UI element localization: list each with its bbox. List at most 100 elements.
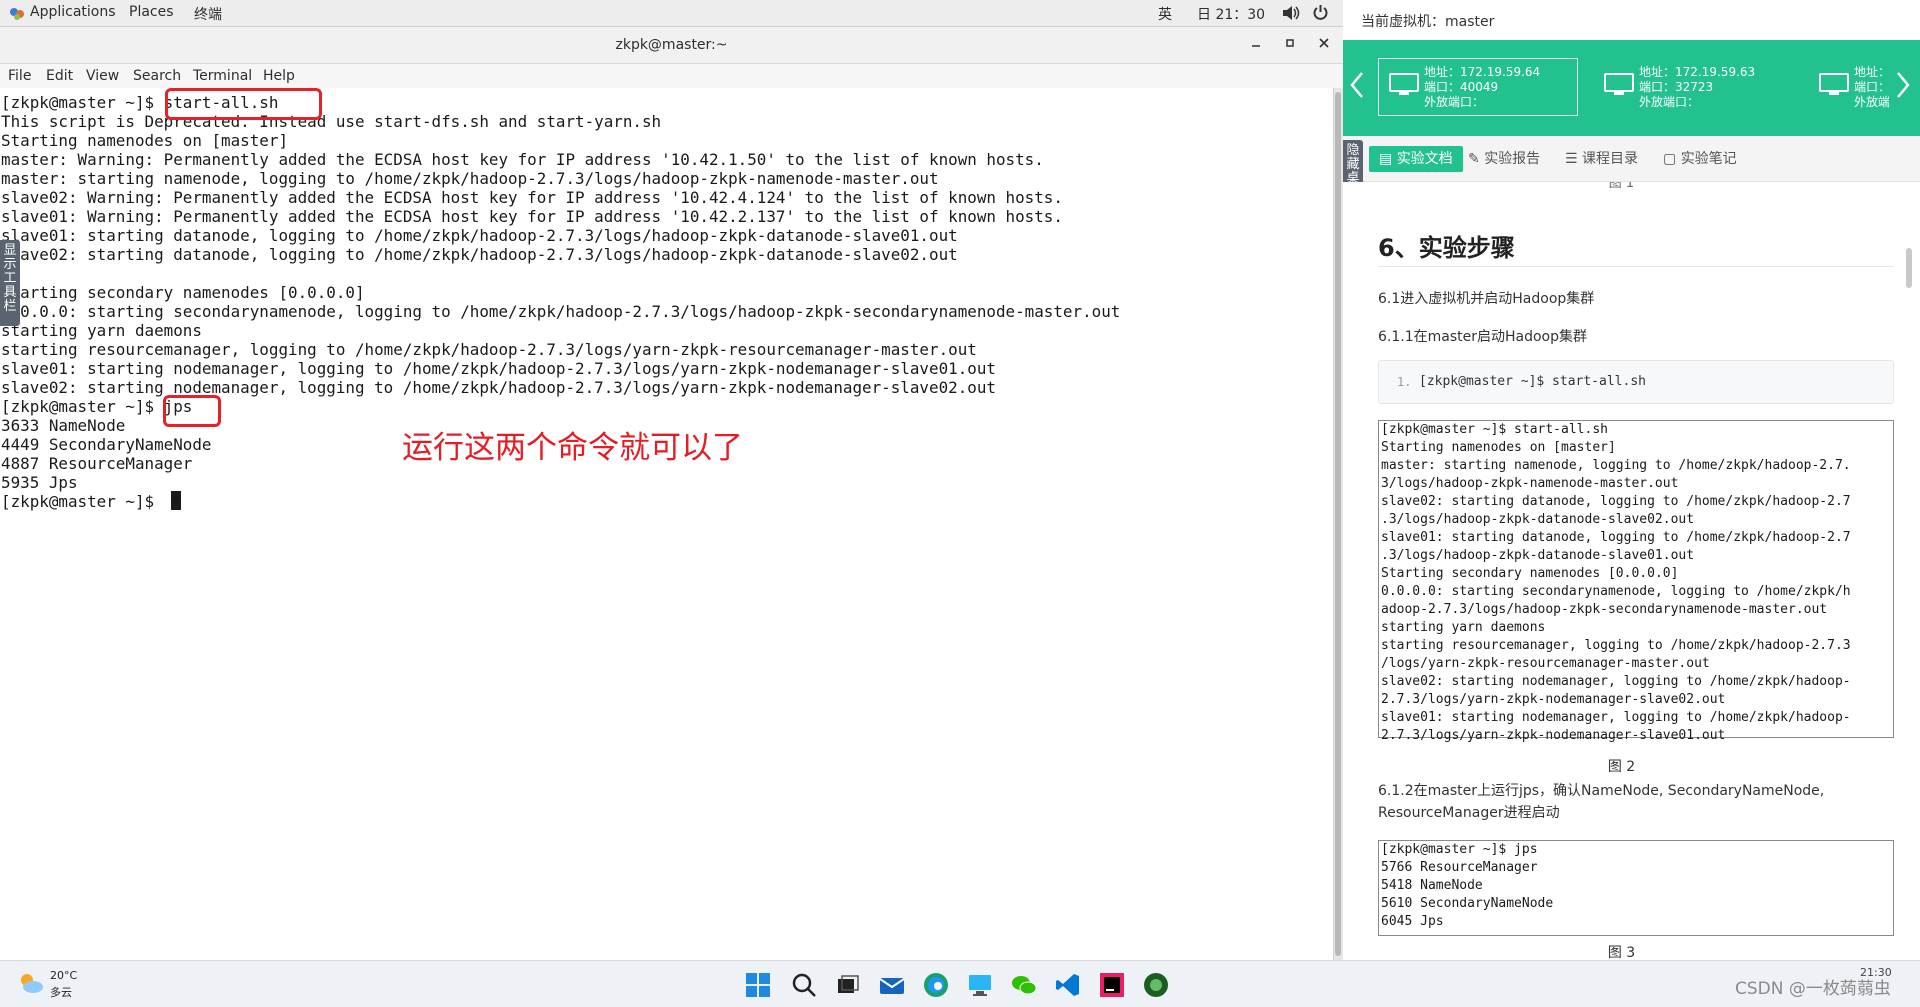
menu-terminal[interactable]: Terminal: [193, 68, 252, 84]
vm-card-address: 地址：172.19.59.64: [1424, 65, 1541, 79]
code-line-number: 1.: [1397, 375, 1412, 389]
vm-card-3[interactable]: 地址： 端口： 外放端: [1808, 58, 1890, 116]
windows-start-icon[interactable]: [744, 971, 772, 999]
show-toolbar-tab[interactable]: 显示工具栏: [0, 240, 20, 326]
highlight-jps: [163, 395, 221, 427]
csdn-watermark: CSDN @一枚蒟蒻虫: [1735, 979, 1891, 999]
menu-file[interactable]: File: [8, 68, 31, 84]
places-menu[interactable]: Places: [129, 4, 174, 20]
gnome-top-bar: Applications Places 终端 英 日 21：30: [0, 0, 1343, 27]
edge-browser-icon[interactable]: [922, 971, 950, 999]
terminal-output[interactable]: [zkpk@master ~]$ start-all.sh This scrip…: [0, 88, 1333, 960]
figure-caption-1: 图 1: [1608, 182, 1635, 191]
wechat-icon[interactable]: [1010, 971, 1038, 999]
applications-icon: [10, 8, 24, 20]
input-method-indicator[interactable]: 英: [1158, 4, 1172, 24]
menu-search[interactable]: Search: [133, 68, 181, 84]
document-scrollbar[interactable]: [1906, 248, 1912, 288]
power-icon[interactable]: [1312, 4, 1329, 21]
tab-lab-report[interactable]: ✎ 实验报告: [1468, 146, 1540, 172]
screenshot-text: [zkpk@master ~]$ start-all.sh Starting n…: [1381, 422, 1851, 743]
weather-temp: 20°C: [50, 969, 78, 982]
vm-card-address: 地址：: [1854, 65, 1890, 79]
figure-caption-3: 图 3: [1607, 945, 1636, 960]
highlight-start-all: [165, 88, 322, 120]
vm-card-1[interactable]: 地址：172.19.59.64 端口：40049 外放端口：: [1378, 58, 1578, 116]
vm-card-2[interactable]: 地址：172.19.59.63 端口：32723 外放端口：: [1593, 58, 1793, 116]
chevron-left-icon: [1350, 72, 1363, 98]
partly-cloudy-icon: [21, 974, 43, 993]
lab-document[interactable]: 图 1 6、实验步骤 6.1进入虚拟机并启动Hadoop集群 6.1.1在mas…: [1343, 182, 1920, 960]
menu-edit[interactable]: Edit: [46, 68, 73, 84]
current-vm-header: 当前虚拟机：master: [1343, 0, 1920, 40]
top-bar-clock[interactable]: 日 21：30: [1197, 4, 1265, 24]
task-view-icon[interactable]: [834, 971, 862, 999]
terminal-menu-bar: File Edit View Search Terminal Help: [0, 64, 1343, 88]
step-6-1-2: 6.1.2在master上运行jps，确认NameNode, Secondary…: [1378, 783, 1825, 799]
volume-icon[interactable]: [1282, 5, 1300, 21]
tab-label: 实验报告: [1484, 151, 1541, 167]
applications-menu[interactable]: Applications: [30, 4, 116, 20]
window-title: zkpk@master:~: [615, 37, 728, 53]
mail-icon[interactable]: [878, 971, 906, 999]
step-6-1: 6.1进入虚拟机并启动Hadoop集群: [1378, 291, 1595, 307]
monitor-icon: [1819, 73, 1849, 95]
vm-card-port: 端口：: [1854, 80, 1890, 94]
vm-card-port: 端口：32723: [1639, 80, 1714, 94]
close-icon: [1319, 38, 1329, 48]
vm-card-port: 端口：40049: [1424, 80, 1499, 94]
doc-icon: ▤: [1379, 151, 1397, 167]
step-6-1-1: 6.1.1在master启动Hadoop集群: [1378, 329, 1588, 345]
search-icon[interactable]: [790, 971, 818, 999]
annotation-text: 运行这两个命令就可以了: [402, 430, 743, 466]
vm-card-ext-port: 外放端口：: [1424, 95, 1485, 109]
code-block[interactable]: 1. [zkpk@master ~]$ start-all.sh: [1378, 360, 1894, 404]
menu-view[interactable]: View: [86, 68, 119, 84]
maximize-button[interactable]: [1280, 35, 1300, 55]
tab-label: 课程目录: [1582, 151, 1639, 167]
figure-caption-2: 图 2: [1607, 759, 1636, 775]
screenshot-figure-3: [zkpk@master ~]$ jps 5766 ResourceManage…: [1378, 840, 1894, 936]
screenshot-figure-2: [zkpk@master ~]$ start-all.sh Starting n…: [1378, 420, 1894, 743]
maximize-icon: [1286, 39, 1294, 47]
notebook-icon: ▢: [1663, 151, 1681, 167]
terminal-app-menu[interactable]: 终端: [194, 4, 222, 24]
terminal-title-bar: zkpk@master:~: [0, 27, 1343, 64]
tab-lab-doc[interactable]: ▤ 实验文档: [1369, 146, 1463, 172]
menu-help[interactable]: Help: [263, 68, 295, 84]
vm-next-button[interactable]: [1895, 70, 1911, 108]
code-text: [zkpk@master ~]$ start-all.sh: [1419, 374, 1646, 389]
screenshot-text: [zkpk@master ~]$ jps 5766 ResourceManage…: [1381, 842, 1554, 929]
current-vm-label: 当前虚拟机：master: [1361, 14, 1495, 30]
minimize-icon: [1252, 45, 1260, 47]
vm-card-ext-port: 外放端: [1854, 95, 1890, 109]
show-toolbar-label: 显示工具栏: [3, 243, 17, 314]
step-6-1-2-cont: ResourceManager进程启动: [1378, 805, 1560, 821]
close-button[interactable]: [1314, 35, 1334, 55]
list-icon: ☰: [1565, 151, 1583, 167]
vscode-icon[interactable]: [1054, 971, 1082, 999]
tab-course-catalog[interactable]: ☰ 课程目录: [1565, 146, 1638, 172]
windows-taskbar: [0, 960, 1920, 1007]
terminal-cursor: [171, 491, 181, 510]
doc-tabs: ▤ 实验文档 ✎ 实验报告 ☰ 课程目录 ▢ 实验笔记: [1343, 136, 1920, 182]
monitor-icon: [1389, 73, 1419, 95]
heading-divider: [1378, 266, 1894, 267]
intellij-icon[interactable]: [1098, 971, 1126, 999]
vm-prev-button[interactable]: [1349, 70, 1365, 108]
section-heading: 6、实验步骤: [1378, 234, 1515, 262]
tab-lab-notes[interactable]: ▢ 实验笔记: [1663, 146, 1737, 172]
tab-label: 实验笔记: [1680, 151, 1737, 167]
minimize-button[interactable]: [1246, 35, 1266, 55]
vm-card-ext-port: 外放端口：: [1639, 95, 1700, 109]
tab-label: 实验文档: [1396, 151, 1453, 167]
vm-card-address: 地址：172.19.59.63: [1639, 65, 1756, 79]
edit-icon: ✎: [1468, 151, 1485, 167]
monitor-icon: [1604, 73, 1634, 95]
weather-desc: 多云: [50, 986, 72, 999]
terminal-scrollbar-thumb[interactable]: [1335, 92, 1341, 956]
remote-desktop-icon[interactable]: [966, 971, 994, 999]
app-icon[interactable]: [1142, 971, 1170, 999]
vm-selector: 地址：172.19.59.64 端口：40049 外放端口： 地址：172.19…: [1343, 40, 1920, 136]
chevron-right-icon: [1897, 72, 1910, 98]
